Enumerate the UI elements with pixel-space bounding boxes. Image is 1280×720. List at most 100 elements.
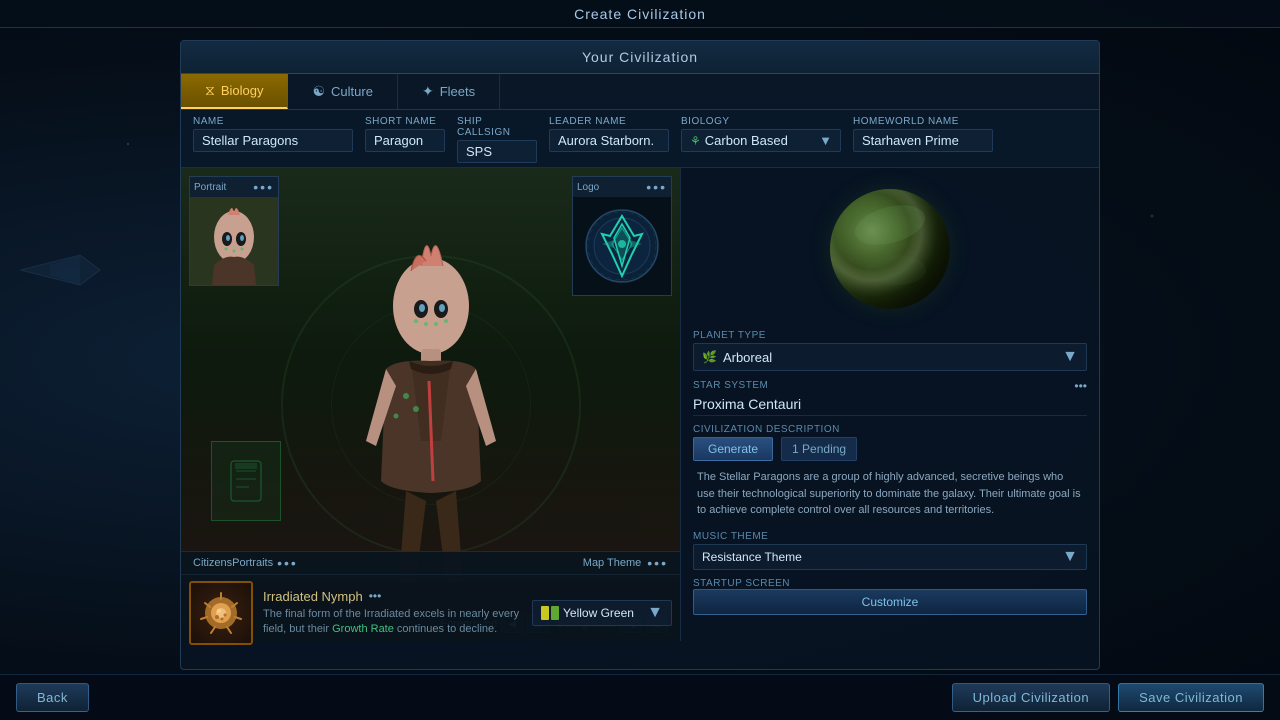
planet-type-caret: ▼ xyxy=(1062,348,1078,366)
character-panel: Portrait ••• xyxy=(181,168,681,641)
logo-box: Logo ••• xyxy=(572,176,672,296)
leader-field: Leader Name Aurora Starborn. xyxy=(549,116,669,163)
planet-type-icon: 🌿 xyxy=(702,350,717,364)
name-field: Name Stellar Paragons xyxy=(193,116,353,163)
character-figure xyxy=(321,241,541,581)
music-dropdown-arrow: ▼ xyxy=(1062,548,1078,566)
short-name-input[interactable]: Paragon xyxy=(365,129,445,152)
map-theme-value: Yellow Green xyxy=(563,606,643,620)
title-bar: Create Civilization xyxy=(0,0,1280,28)
planet-type-section: Planet Type 🌿 Arboreal ▼ xyxy=(693,330,1087,371)
portraits-controls: Portraits ••• xyxy=(232,555,298,571)
citizen-name-text: Irradiated Nymph xyxy=(263,589,363,604)
civ-desc-text: The Stellar Paragons are a group of high… xyxy=(693,465,1087,523)
star-system-label: Star System xyxy=(693,380,768,391)
portrait-label-text: Portrait xyxy=(194,182,226,193)
startup-screen-section: Startup Screen Customize xyxy=(693,578,1087,615)
star-system-dots[interactable]: ••• xyxy=(1074,379,1087,393)
callsign-input[interactable]: SPS xyxy=(457,140,537,163)
culture-tab-icon: ☯ xyxy=(312,83,325,100)
pending-badge: 1 Pending xyxy=(781,437,857,461)
name-label: Name xyxy=(193,116,353,127)
generate-button[interactable]: Generate xyxy=(693,437,773,461)
fleets-tab-icon: ✦ xyxy=(422,83,434,100)
biology-value: Carbon Based xyxy=(705,133,788,148)
callsign-field: Ship Callsign SPS xyxy=(457,116,537,163)
planet-type-dropdown[interactable]: 🌿 Arboreal ▼ xyxy=(693,343,1087,371)
citizen-info: Irradiated Nymph ••• The final form of t… xyxy=(263,589,522,638)
star-system-row: Star System ••• xyxy=(693,379,1087,393)
leader-input[interactable]: Aurora Starborn. xyxy=(549,129,669,152)
spaceship-left-decoration xyxy=(20,250,100,290)
citizens-title: Citizens xyxy=(193,557,232,569)
map-theme-select[interactable]: Yellow Green ▼ xyxy=(532,600,672,626)
civ-description-section: Civilization Description Generate 1 Pend… xyxy=(693,424,1087,523)
portraits-dots[interactable]: ••• xyxy=(277,555,298,571)
tab-biology-label: Biology xyxy=(221,83,264,98)
biology-dropdown-arrow: ▼ xyxy=(819,133,832,148)
growth-rate-highlight: Growth Rate xyxy=(332,623,394,635)
tab-culture-label: Culture xyxy=(331,84,373,99)
fields-row: Name Stellar Paragons Short Name Paragon… xyxy=(181,110,1099,168)
logo-dots-menu[interactable]: ••• xyxy=(646,179,667,195)
citizens-header: Citizens Portraits ••• Map Theme ••• xyxy=(181,552,680,575)
map-color-bars xyxy=(541,606,559,620)
leader-label: Leader Name xyxy=(549,116,669,127)
citizen-dots[interactable]: ••• xyxy=(369,589,382,603)
civ-desc-header: Generate 1 Pending xyxy=(693,437,1087,461)
short-name-label: Short Name xyxy=(365,116,445,127)
biology-icon: ⚘ xyxy=(690,134,701,148)
biology-tab-icon: ⧖ xyxy=(205,82,215,99)
portrait-image[interactable] xyxy=(190,197,278,285)
planet-glow xyxy=(830,189,950,309)
startup-label: Startup Screen xyxy=(693,578,1087,589)
tab-biology[interactable]: ⧖ Biology xyxy=(181,74,288,109)
music-theme-value: Resistance Theme xyxy=(702,550,1058,564)
panel-header: Your Civilization xyxy=(181,41,1099,74)
main-panel: Your Civilization ⧖ Biology ☯ Culture ✦ … xyxy=(180,40,1100,670)
tab-fleets[interactable]: ✦ Fleets xyxy=(398,74,500,109)
citizen-description: The final form of the Irradiated excels … xyxy=(263,607,522,638)
map-color-bar-2 xyxy=(551,606,559,620)
content-area: Portrait ••• xyxy=(181,168,1099,641)
holo-display xyxy=(211,441,281,521)
star-system-section: Star System ••• Proxima Centauri xyxy=(693,379,1087,416)
map-theme-header: Map Theme ••• xyxy=(583,555,668,571)
planet-type-label: Planet Type xyxy=(693,330,1087,341)
logo-image[interactable] xyxy=(573,197,671,295)
citizen-content: Irradiated Nymph ••• The final form of t… xyxy=(181,575,680,651)
map-theme-header-label: Map Theme xyxy=(583,557,642,569)
portrait-box: Portrait ••• xyxy=(189,176,279,286)
back-button[interactable]: Back xyxy=(16,683,89,712)
map-color-bar-1 xyxy=(541,606,549,620)
logo-label-text: Logo xyxy=(577,182,599,193)
window-title: Create Civilization xyxy=(574,6,706,22)
customize-button[interactable]: Customize xyxy=(693,589,1087,615)
homeworld-input[interactable]: Starhaven Prime xyxy=(853,129,993,152)
tab-culture[interactable]: ☯ Culture xyxy=(288,74,397,109)
music-theme-select[interactable]: Resistance Theme ▼ xyxy=(693,544,1087,570)
save-civilization-button[interactable]: Save Civilization xyxy=(1118,683,1264,712)
star-system-value: Proxima Centauri xyxy=(693,393,1087,415)
homeworld-field: Homeworld Name Starhaven Prime xyxy=(853,116,993,163)
planet-section xyxy=(693,176,1087,322)
upload-civilization-button[interactable]: Upload Civilization xyxy=(952,683,1110,712)
citizens-row: Citizens Portraits ••• Map Theme ••• xyxy=(181,551,680,641)
divider-1 xyxy=(693,415,1087,416)
name-input[interactable]: Stellar Paragons xyxy=(193,129,353,152)
bottom-bar: Back Upload Civilization Save Civilizati… xyxy=(0,674,1280,720)
callsign-label: Ship Callsign xyxy=(457,116,537,138)
planet-type-value: Arboreal xyxy=(723,350,1062,365)
portrait-dots-menu[interactable]: ••• xyxy=(253,179,274,195)
homeworld-label: Homeworld Name xyxy=(853,116,993,127)
map-theme-dropdown-arrow: ▼ xyxy=(647,604,663,622)
biology-select[interactable]: ⚘ Carbon Based ▼ xyxy=(681,129,841,152)
map-theme-bottom: Yellow Green ▼ xyxy=(532,600,672,626)
bottom-right-buttons: Upload Civilization Save Civilization xyxy=(952,683,1264,712)
tabs-row: ⧖ Biology ☯ Culture ✦ Fleets xyxy=(181,74,1099,110)
map-theme-dots[interactable]: ••• xyxy=(647,555,668,571)
music-theme-section: Music Theme Resistance Theme ▼ xyxy=(693,531,1087,570)
short-name-field: Short Name Paragon xyxy=(365,116,445,163)
panel-title: Your Civilization xyxy=(582,49,698,65)
planet-display xyxy=(825,184,955,314)
